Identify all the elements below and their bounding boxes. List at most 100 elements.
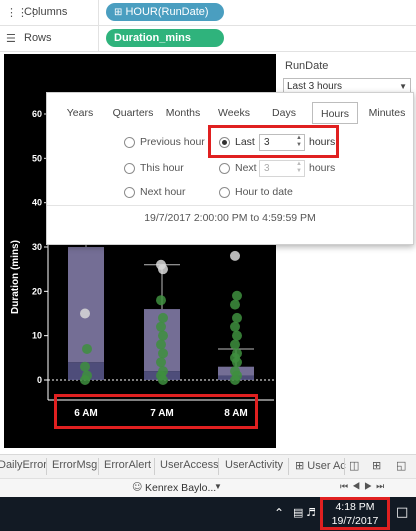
new-worksheet-icon[interactable]: ◫ [349,459,359,472]
date-range-text: 19/7/2017 2:00:00 PM to 4:59:59 PM [144,212,316,224]
data-point [230,250,240,261]
radio-last-n-hours[interactable] [219,137,230,148]
radio-next-n-hours[interactable] [219,163,230,174]
columns-shelf: ⋮⋮⋮ Columns ⊞ HOUR(RunDate) [0,0,416,26]
data-point [158,312,168,323]
data-point [156,339,166,350]
label-previous-hour: Previous hour [140,136,205,148]
data-point [80,361,90,372]
data-point [232,312,242,323]
taskbar-time[interactable]: 4:18 PM [324,501,386,513]
windows-taskbar: ⌃ ▤ ♬ 4:18 PM 19/7/2017 □ [0,497,416,531]
tab-weeks[interactable]: Weeks [215,102,253,124]
tab-years[interactable]: Years [61,102,99,124]
label-next-unit: hours [309,162,336,174]
rows-pill[interactable]: Duration_mins [106,29,224,47]
rows-shelf: ☰ Rows Duration_mins [0,26,416,52]
tableau-window: ⋮⋮⋮ Columns ⊞ HOUR(RunDate) ☰ Rows Durat… [0,0,416,531]
shelf-divider [98,26,99,52]
user-icon: ☺ [132,482,143,493]
data-point [230,339,240,350]
tab-quarters[interactable]: Quarters [109,102,157,124]
data-point [158,375,168,385]
popup-divider [47,205,413,206]
data-point [232,357,242,368]
label-last-unit: hours [309,136,336,148]
tab-separator [288,458,289,475]
y-tick-label: 20 [32,286,42,296]
status-bar: ☺ Kenrex Baylo... ▼ ⏮◀▶⏭ [0,478,416,497]
tab-days[interactable]: Days [267,102,301,124]
radio-previous-hour[interactable] [124,137,135,148]
data-point [158,264,168,275]
sheet-tab-errormsg[interactable]: ErrorMsg [52,459,97,471]
columns-shelf-label: Columns [24,6,68,18]
radio-hour-to-date[interactable] [219,187,230,198]
label-next: Next [235,162,257,174]
filter-title: RunDate [285,60,329,72]
tab-hours[interactable]: Hours [312,102,358,124]
data-point [232,290,242,301]
tab-separator [98,458,99,475]
sheet-tab-useractivity[interactable]: UserActivity [225,459,283,471]
user-name[interactable]: Kenrex Baylo... [145,482,216,494]
tab-separator [344,458,345,475]
notification-icon[interactable]: □ [396,505,408,520]
rows-shelf-label: Rows [24,32,52,44]
stepper-icon[interactable]: ▲ ▼ [295,135,303,149]
data-point [156,295,166,306]
label-last: Last [235,136,255,148]
grid-icon: ⊞ [295,459,305,472]
sheet-tab-bar: DailyError ErrorMsg ErrorAlert UserAcces… [0,454,416,478]
y-tick-label: 0 [37,375,42,385]
tab-months[interactable]: Months [163,102,203,124]
relative-date-popup: Years Quarters Months Weeks Days Hours M… [46,92,414,245]
columns-pill-label: HOUR(RunDate) [125,6,209,18]
radio-next-hour[interactable] [124,187,135,198]
x-axis-highlight [54,394,258,429]
data-point [230,299,240,310]
data-point [230,375,240,385]
chevron-up-icon[interactable]: ⌃ [274,506,284,520]
volume-icon[interactable]: ♬ [306,506,316,519]
sheet-tab-erroralert[interactable]: ErrorAlert [104,459,151,471]
chevron-down-icon[interactable]: ▼ [214,482,222,491]
new-story-icon[interactable]: ◱ [396,459,406,472]
y-tick-label: 30 [32,242,42,252]
network-icon[interactable]: ▤ [293,506,303,519]
y-axis-label: Duration (mins) [10,240,21,314]
next-n-value: 3 [264,163,270,174]
sheet-tab-user-ac-label: User Ac [307,460,346,472]
label-this-hour: This hour [140,162,184,174]
last-n-value: 3 [264,137,270,148]
y-tick-label: 60 [32,109,42,119]
new-dashboard-icon[interactable]: ⊞ [372,459,381,472]
data-point [230,321,240,332]
sheet-tab-dailyerror[interactable]: DailyError [0,459,47,471]
data-point [158,330,168,341]
label-hour-to-date: Hour to date [235,186,293,198]
data-point [156,357,166,368]
tab-separator [218,458,219,475]
filter-selected-value: Last 3 hours [287,81,343,92]
radio-this-hour[interactable] [124,163,135,174]
y-tick-label: 40 [32,198,42,208]
tab-minutes[interactable]: Minutes [366,102,408,124]
columns-pill[interactable]: ⊞ HOUR(RunDate) [106,3,224,21]
data-point [158,348,168,359]
sheet-tab-useraccess[interactable]: UserAccess [160,459,219,471]
rows-icon: ☰ [6,32,16,45]
data-point [232,330,242,341]
y-tick-label: 10 [32,331,42,341]
tab-separator [154,458,155,475]
y-tick-label: 50 [32,153,42,163]
plus-icon: ⊞ [114,7,123,18]
next-n-input[interactable]: 3 ▲ ▼ [259,160,305,177]
sheet-navigation-icon[interactable]: ⏮◀▶⏭ [340,481,388,492]
last-n-input[interactable]: 3 ▲ ▼ [259,134,305,151]
stepper-icon[interactable]: ▲ ▼ [295,161,303,175]
data-point [80,375,90,385]
taskbar-date[interactable]: 19/7/2017 [324,515,386,527]
tab-separator [46,458,47,475]
sheet-tab-user-ac[interactable]: ⊞ User Ac [295,459,346,472]
